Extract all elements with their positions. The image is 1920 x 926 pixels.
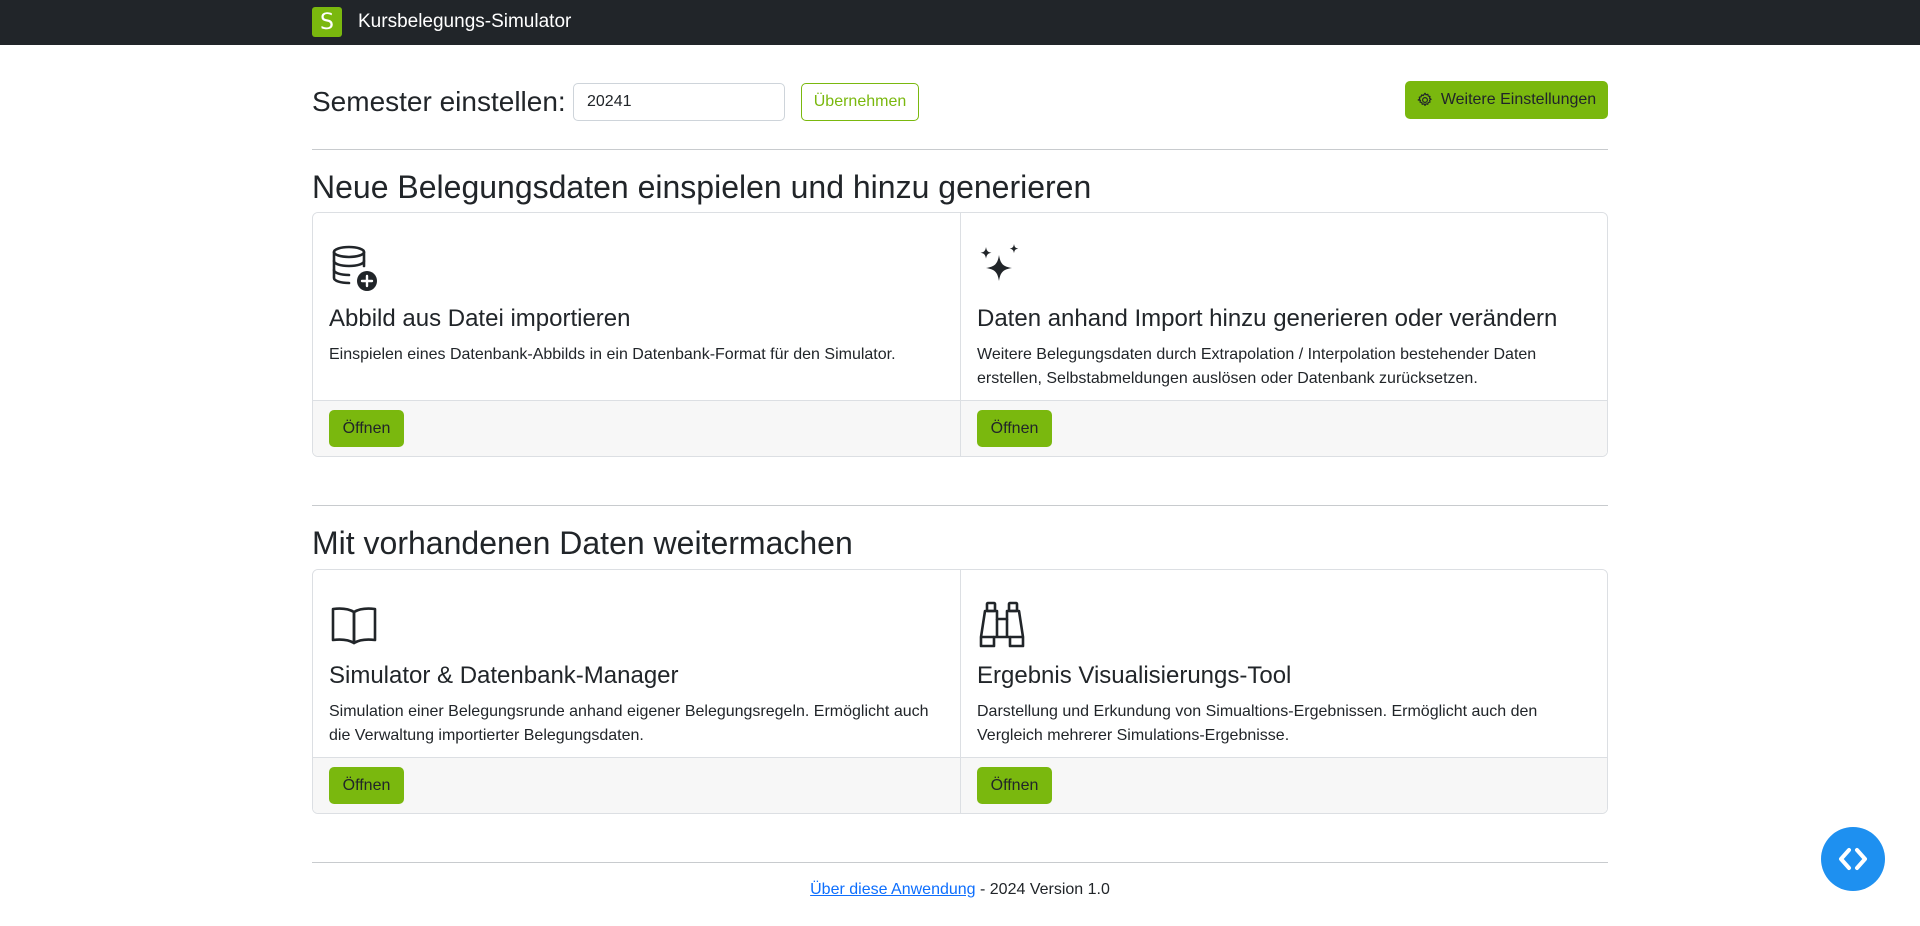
card-title: Abbild aus Datei importieren	[329, 305, 631, 332]
card-footer: Öffnen	[961, 400, 1607, 456]
database-add-icon	[332, 245, 377, 291]
card-title: Daten anhand Import hinzu generieren ode…	[977, 305, 1558, 332]
card-title: Ergebnis Visualisierungs-Tool	[977, 662, 1292, 689]
semester-input[interactable]	[573, 83, 785, 121]
open-generate-button[interactable]: Öffnen	[977, 410, 1052, 447]
code-toggle-button[interactable]	[1821, 827, 1885, 891]
card-footer: Öffnen	[961, 757, 1607, 813]
more-settings-label: Weitere Einstellungen	[1440, 91, 1597, 108]
card-group-import: Abbild aus Datei importieren Einspielen …	[312, 212, 1608, 457]
card-text: Simulation einer Belegungsrunde anhand e…	[329, 702, 929, 744]
open-visualization-button[interactable]: Öffnen	[977, 767, 1052, 804]
card-simulator: Simulator & Datenbank-Manager Simulation…	[313, 570, 960, 813]
app-title: Kursbelegungs-Simulator	[358, 11, 572, 32]
open-simulator-button[interactable]: Öffnen	[329, 767, 404, 804]
about-link[interactable]: Über diese Anwendung	[810, 881, 975, 898]
card-text: Einspielen eines Datenbank-Abbilds in ei…	[329, 345, 896, 363]
apply-semester-button[interactable]: Übernehmen	[801, 83, 919, 121]
open-import-button[interactable]: Öffnen	[329, 410, 404, 447]
card-footer: Öffnen	[313, 400, 960, 456]
brand-link[interactable]: S Kursbelegungs-Simulator	[312, 7, 571, 37]
card-group-continue: Simulator & Datenbank-Manager Simulation…	[312, 569, 1608, 814]
section-title-import: Neue Belegungsdaten einspielen und hinzu…	[312, 169, 1092, 205]
more-settings-button[interactable]: Weitere Einstellungen	[1405, 81, 1608, 119]
card-title: Simulator & Datenbank-Manager	[329, 662, 679, 689]
binoculars-icon	[979, 601, 1025, 648]
card-visualization: Ergebnis Visualisierungs-Tool Darstellun…	[960, 570, 1607, 813]
semester-row: Semester einstellen: Übernehmen Weitere …	[312, 81, 1608, 123]
card-footer: Öffnen	[313, 757, 960, 813]
brand-logo-icon: S	[312, 7, 342, 37]
divider	[312, 505, 1608, 506]
divider	[312, 149, 1608, 150]
section-title-continue: Mit vorhandenen Daten weitermachen	[312, 525, 853, 561]
card-text: Darstellung und Erkundung von Simualtion…	[977, 702, 1538, 744]
footer-version: - 2024 Version 1.0	[975, 881, 1110, 898]
semester-label: Semester einstellen:	[312, 86, 566, 117]
card-import-file: Abbild aus Datei importieren Einspielen …	[313, 213, 960, 456]
stars-icon	[980, 244, 1019, 281]
divider	[312, 862, 1608, 863]
code-icon	[1839, 848, 1867, 870]
card-text: Weitere Belegungsdaten durch Extrapolati…	[977, 345, 1537, 387]
navbar: S Kursbelegungs-Simulator	[0, 0, 1920, 45]
footer: Über diese Anwendung - 2024 Version 1.0	[312, 881, 1608, 899]
card-generate-data: Daten anhand Import hinzu generieren ode…	[960, 213, 1607, 456]
gear-icon	[1417, 92, 1432, 106]
book-icon	[331, 607, 377, 645]
